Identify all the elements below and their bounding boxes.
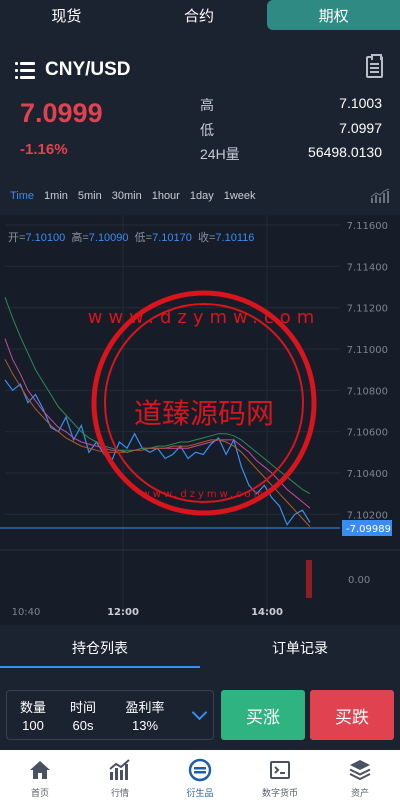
interval-30min[interactable]: 30min bbox=[112, 188, 142, 204]
ohlc-open-label: 开= bbox=[8, 232, 26, 244]
tabbar-digital-currency-label: 数字货币 bbox=[261, 788, 298, 798]
y-tick-label: 7.10200 bbox=[347, 510, 388, 521]
volume-tick-label: 0.00 bbox=[348, 575, 370, 586]
document-icon[interactable] bbox=[366, 54, 383, 78]
market-chart-icon bbox=[109, 759, 130, 780]
tabbar-assets[interactable]: 资产 bbox=[320, 750, 400, 800]
interval-1hour[interactable]: 1hour bbox=[152, 188, 180, 204]
interval-1week[interactable]: 1week bbox=[224, 188, 256, 204]
stat-low-label: 低 bbox=[200, 122, 214, 138]
assets-layers-icon bbox=[349, 760, 371, 781]
tabbar-assets-label: 资产 bbox=[350, 788, 369, 798]
watermark-stamp: 道臻源码网 www.dzymw.com www.dzymw.com bbox=[88, 290, 320, 516]
tabbar-home[interactable]: 首页 bbox=[0, 750, 80, 800]
tab-order-history[interactable]: 订单记录 bbox=[200, 628, 400, 668]
stat-low-value: 7.0997 bbox=[339, 120, 382, 136]
profit-label: 盈利率 bbox=[125, 700, 165, 715]
ohlc-open: 7.10100 bbox=[25, 232, 66, 244]
buy-down-button[interactable]: 买跌 bbox=[310, 690, 394, 740]
ohlc-high-label: 高= bbox=[71, 232, 89, 244]
chevron-down-icon[interactable] bbox=[191, 704, 208, 721]
stat-high: 高 7.1003 bbox=[200, 95, 382, 117]
tab-options[interactable]: 期权 bbox=[267, 0, 400, 30]
price-change: -1.16% bbox=[20, 141, 68, 158]
tabbar-home-label: 首页 bbox=[30, 788, 49, 798]
digital-currency-icon bbox=[270, 761, 290, 779]
y-tick-label: 7.11000 bbox=[347, 345, 388, 356]
time-value: 60s bbox=[72, 718, 94, 733]
home-icon bbox=[30, 761, 50, 779]
stat-low: 低 7.0997 bbox=[200, 120, 382, 142]
menu-icon[interactable] bbox=[15, 61, 35, 79]
x-tick-label: 10:40 bbox=[12, 607, 41, 618]
qty-label: 数量 bbox=[19, 700, 46, 715]
x-tick-label: 12:00 bbox=[107, 607, 139, 618]
tabbar-derivatives-label: 衍生品 bbox=[186, 788, 214, 798]
ohlc-readout: 开=7.10100 高=7.10090 低=7.10170 收=7.10116 bbox=[8, 229, 254, 245]
pair-name[interactable]: CNY/USD bbox=[45, 59, 131, 81]
current-price-label: -7.09989 bbox=[346, 524, 391, 535]
derivatives-icon bbox=[188, 758, 212, 782]
tab-contract[interactable]: 合约 bbox=[133, 0, 266, 30]
time-field: 时间 60s bbox=[63, 699, 103, 735]
tab-positions[interactable]: 持仓列表 bbox=[0, 628, 200, 668]
ohlc-close-label: 收= bbox=[197, 232, 216, 244]
interval-5min[interactable]: 5min bbox=[78, 188, 102, 204]
stat-high-value: 7.1003 bbox=[339, 95, 382, 111]
stat-volume-value: 56498.0130 bbox=[308, 144, 382, 160]
y-tick-label: 7.11600 bbox=[347, 221, 388, 232]
position-tabs: 持仓列表 订单记录 bbox=[0, 628, 400, 668]
watermark-text: 道臻源码网 bbox=[134, 397, 274, 430]
tabbar-market[interactable]: 行情 bbox=[80, 750, 160, 800]
time-label: 时间 bbox=[69, 700, 96, 715]
y-tick-label: 7.11400 bbox=[347, 262, 388, 273]
ohlc-low: 7.10170 bbox=[152, 232, 192, 244]
tabbar-derivatives[interactable]: 衍生品 bbox=[160, 750, 240, 800]
buy-up-button[interactable]: 买涨 bbox=[221, 690, 305, 740]
y-tick-label: 7.10800 bbox=[347, 386, 388, 397]
stat-high-label: 高 bbox=[200, 97, 214, 113]
y-tick-label: 7.10400 bbox=[347, 469, 388, 480]
stat-volume: 24H量 56498.0130 bbox=[200, 144, 382, 166]
volume-bar bbox=[306, 560, 312, 598]
interval-time[interactable]: Time bbox=[10, 188, 34, 204]
y-tick-label: 7.10600 bbox=[347, 428, 388, 439]
last-price: 7.0999 bbox=[20, 98, 103, 128]
tabbar-market-label: 行情 bbox=[110, 788, 129, 798]
watermark-url-bottom: www.dzymw.com bbox=[142, 489, 267, 500]
stat-volume-label: 24H量 bbox=[200, 146, 240, 162]
top-tab-bar: 现货 合约 期权 bbox=[0, 0, 400, 30]
kline-chart-icon[interactable] bbox=[370, 188, 390, 204]
app-tab-bar: 首页 行情 衍生品 数字货币 资产 bbox=[0, 750, 400, 800]
ohlc-close: 7.10116 bbox=[215, 232, 255, 244]
x-tick-label: 14:00 bbox=[251, 607, 283, 618]
tabbar-digital-currency[interactable]: 数字货币 bbox=[240, 750, 320, 800]
qty-value: 100 bbox=[22, 718, 44, 733]
profit-field: 盈利率 13% bbox=[117, 699, 173, 735]
interval-bar: Time 1min 5min 30min 1hour 1day 1week bbox=[0, 184, 400, 208]
interval-1min[interactable]: 1min bbox=[44, 188, 68, 204]
order-options[interactable]: 数量 100 时间 60s 盈利率 13% bbox=[6, 690, 214, 740]
pair-header: CNY/USD bbox=[0, 52, 400, 88]
watermark-url-top: www.dzymw.com bbox=[88, 307, 320, 328]
y-tick-label: 7.11200 bbox=[347, 304, 388, 315]
tab-spot[interactable]: 现货 bbox=[0, 0, 133, 30]
price-chart[interactable]: 7.11600 7.11400 7.11200 7.11000 7.10800 7.106… bbox=[0, 215, 400, 625]
profit-value: 13% bbox=[131, 718, 159, 733]
ohlc-high: 7.10090 bbox=[88, 232, 129, 244]
ohlc-low-label: 低= bbox=[134, 232, 153, 244]
interval-1day[interactable]: 1day bbox=[190, 188, 214, 204]
qty-field: 数量 100 bbox=[13, 699, 53, 735]
